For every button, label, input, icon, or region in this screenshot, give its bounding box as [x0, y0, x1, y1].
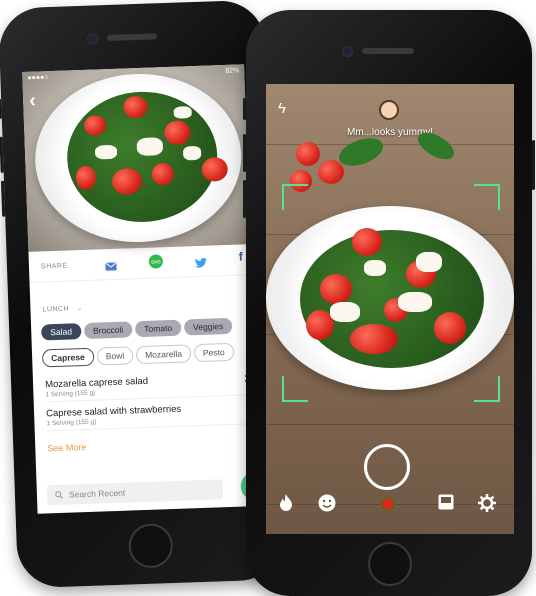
smiley-icon[interactable]	[318, 494, 336, 517]
meal-label: LUNCH	[42, 305, 70, 314]
tag-caprese[interactable]: Caprese	[41, 347, 95, 368]
camera-screen: ϟ Mm...looks yummy!	[266, 84, 514, 534]
battery-indicator: 82%	[225, 66, 240, 75]
search-placeholder: Search Recent	[68, 487, 126, 500]
home-button[interactable]	[368, 542, 412, 586]
meal-photo	[22, 64, 251, 252]
scan-frame-corner	[282, 376, 308, 402]
left-app-screen: ●●●●○ 82% ‹ SHARE SMS f LUNCH ⌄ Salad Br…	[22, 64, 260, 514]
scan-frame-corner	[474, 376, 500, 402]
sms-icon[interactable]: SMS	[148, 254, 164, 269]
tag-bowl[interactable]: Bowl	[96, 346, 134, 366]
scan-frame-corner	[282, 184, 308, 210]
share-bar: SHARE SMS f	[28, 244, 252, 283]
twitter-icon[interactable]	[195, 255, 208, 273]
scan-frame-corner	[474, 184, 500, 210]
tag-broccoli[interactable]: Broccoli	[83, 321, 133, 340]
facebook-icon[interactable]: f	[239, 249, 243, 263]
tag-veggies[interactable]: Veggies	[183, 317, 233, 336]
speaker	[106, 33, 158, 42]
gallery-icon[interactable]	[438, 494, 454, 515]
shutter-button[interactable]	[364, 444, 410, 490]
tag-row-1: Salad Broccoli Tomato Veggies	[41, 317, 233, 341]
tag-mozarella[interactable]: Mozarella	[135, 344, 192, 365]
settings-icon[interactable]	[478, 494, 496, 517]
tag-tomato[interactable]: Tomato	[134, 319, 182, 338]
search-icon	[55, 491, 64, 499]
front-camera	[342, 46, 353, 57]
mail-icon[interactable]	[105, 258, 118, 276]
speaker	[362, 48, 414, 54]
avatar	[379, 100, 399, 120]
fire-icon[interactable]	[278, 494, 294, 517]
left-phone: ●●●●○ 82% ‹ SHARE SMS f LUNCH ⌄ Salad Br…	[0, 0, 285, 589]
right-phone: ϟ Mm...looks yummy!	[243, 10, 535, 596]
tag-salad[interactable]: Salad	[41, 323, 82, 341]
see-more-link[interactable]: See More	[47, 442, 86, 453]
flash-icon[interactable]: ϟ	[278, 100, 286, 117]
front-camera	[86, 33, 99, 45]
tag-pesto[interactable]: Pesto	[193, 342, 234, 363]
home-button[interactable]	[128, 523, 174, 569]
back-button[interactable]: ‹	[29, 90, 36, 113]
search-input[interactable]: Search Recent	[46, 479, 224, 506]
food-thumbnail[interactable]	[380, 496, 396, 512]
tag-row-2: Caprese Bowl Mozarella Pesto	[41, 342, 234, 368]
signal-indicator: ●●●●○	[27, 73, 49, 82]
meal-selector[interactable]: LUNCH ⌄	[42, 304, 83, 313]
share-label: SHARE	[40, 262, 68, 270]
speech-text: Mm...looks yummy!	[346, 127, 434, 138]
chevron-down-icon: ⌄	[76, 305, 84, 313]
